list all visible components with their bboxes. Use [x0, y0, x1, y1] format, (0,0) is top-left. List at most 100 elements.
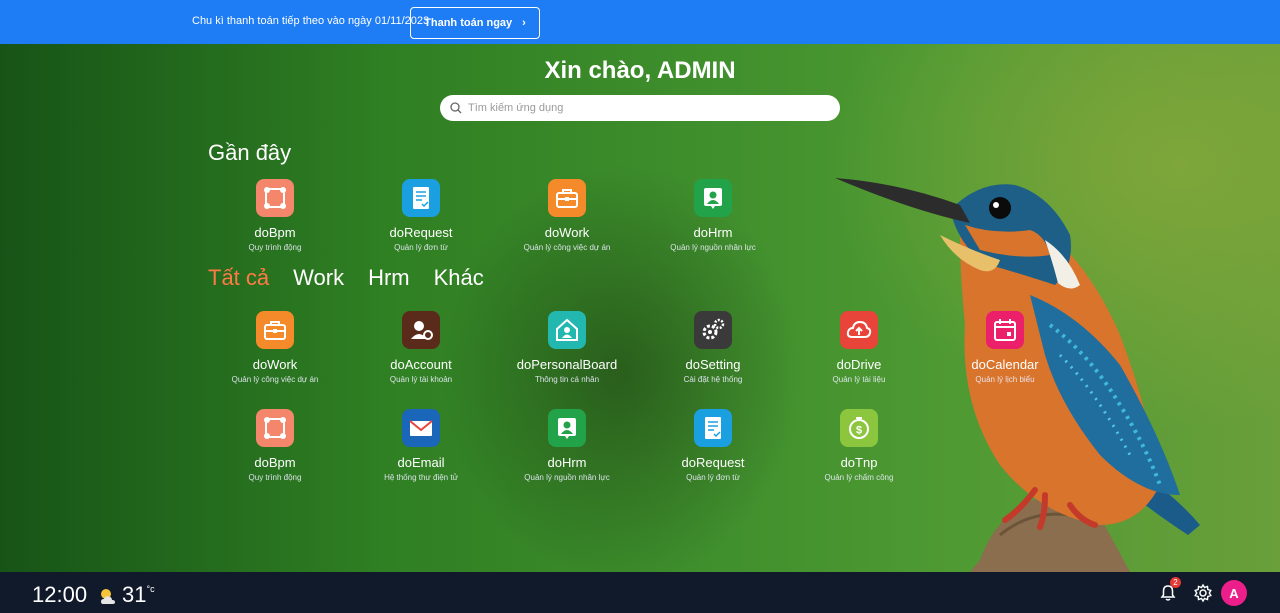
- app-description: Quản lý chấm công: [824, 473, 894, 482]
- temperature-unit: °c: [146, 584, 155, 594]
- avatar[interactable]: A: [1221, 580, 1247, 606]
- chevron-right-icon: ›: [522, 17, 526, 29]
- app-description: Quy trình động: [248, 473, 302, 482]
- app-description: Quản lý công việc dự án: [523, 243, 611, 252]
- app-name: doHrm: [693, 225, 733, 240]
- cloud-upload-icon: [846, 320, 872, 338]
- temperature: 31: [122, 582, 147, 607]
- app-icon-tile: [694, 409, 732, 447]
- hrm-icon: [704, 188, 722, 209]
- app-dotnp[interactable]: $ doTnp Quản lý chấm công: [789, 409, 929, 482]
- partly-cloudy-icon: [101, 589, 115, 604]
- app-dosetting[interactable]: doSetting Cài đặt hệ thống: [643, 311, 783, 384]
- app-name: doCalendar: [971, 357, 1039, 372]
- bpm-icon: [264, 187, 286, 209]
- timer-money-icon: $: [849, 417, 869, 439]
- request-icon: [413, 187, 429, 209]
- hrm-icon: [558, 418, 576, 439]
- app-name: doWork: [252, 357, 298, 372]
- app-name: doSetting: [685, 357, 741, 372]
- billing-notice: Chu kì thanh toán tiếp theo vào ngày 01/…: [192, 15, 430, 27]
- app-dobpm[interactable]: doBpm Quy trình động: [205, 409, 345, 482]
- app-icon-tile: [548, 179, 586, 217]
- recent-title: Gần đây: [208, 140, 292, 165]
- app-icon-tile: [548, 311, 586, 349]
- app-description: Quản lý đơn từ: [686, 473, 740, 482]
- app-icon-tile: [256, 409, 294, 447]
- app-name: doBpm: [254, 455, 296, 470]
- app-icon-tile: [256, 311, 294, 349]
- notification-badge: 2: [1170, 577, 1181, 588]
- app-dopersonalboard[interactable]: doPersonalBoard Thông tin cá nhân: [497, 311, 637, 384]
- app-dorequest[interactable]: doRequest Quản lý đơn từ: [643, 409, 783, 482]
- app-name: doTnp: [840, 455, 878, 470]
- app-description: Thông tin cá nhân: [534, 375, 600, 384]
- app-dodrive[interactable]: doDrive Quản lý tài liệu: [789, 311, 929, 384]
- recent-app-dowork[interactable]: doWork Quản lý công việc dự án: [497, 179, 637, 252]
- app-description: Quản lý công việc dự án: [231, 375, 319, 384]
- app-doemail[interactable]: doEmail Hệ thống thư điện tử: [351, 409, 491, 482]
- tab-hrm[interactable]: Hrm: [368, 265, 410, 291]
- app-icon-tile: [548, 409, 586, 447]
- app-description: Quản lý lịch biểu: [975, 375, 1035, 384]
- app-name: doPersonalBoard: [516, 357, 618, 372]
- email-icon: [409, 420, 433, 436]
- app-icon-tile: $: [840, 409, 878, 447]
- app-icon-tile: [402, 311, 440, 349]
- account-icon: [411, 321, 433, 340]
- weather-widget[interactable]: 31 °c: [98, 582, 155, 608]
- bpm-icon: [264, 417, 286, 439]
- app-docalendar[interactable]: doCalendar Quản lý lịch biểu: [935, 311, 1075, 384]
- svg-text:$: $: [856, 425, 862, 437]
- app-description: Quản lý nguồn nhân lực: [524, 473, 610, 482]
- briefcase-icon: [556, 189, 578, 208]
- app-icon-tile: [840, 311, 878, 349]
- billing-banner: Chu kì thanh toán tiếp theo vào ngày 01/…: [0, 0, 1280, 44]
- gear-icon[interactable]: [1193, 583, 1213, 603]
- pay-now-button[interactable]: Thanh toán ngay ›: [410, 7, 540, 39]
- home-user-icon: [556, 318, 578, 341]
- recent-app-dorequest[interactable]: doRequest Quản lý đơn từ: [351, 179, 491, 252]
- app-description: Cài đặt hệ thống: [683, 375, 743, 384]
- tab-work[interactable]: Work: [293, 265, 344, 291]
- app-description: Hệ thống thư điện tử: [384, 473, 458, 482]
- app-name: doRequest: [681, 455, 745, 470]
- tab-other[interactable]: Khác: [434, 265, 484, 291]
- app-search-box[interactable]: [440, 95, 840, 121]
- app-name: doRequest: [389, 225, 453, 240]
- taskbar: 12:00 31 °c: [0, 572, 1280, 613]
- tab-all[interactable]: Tất cả: [208, 265, 269, 291]
- search-icon: [450, 102, 462, 114]
- pay-now-label: Thanh toán ngay: [424, 17, 513, 29]
- recent-app-dobpm[interactable]: doBpm Quy trình động: [205, 179, 345, 252]
- app-search-input[interactable]: [468, 102, 828, 114]
- app-icon-tile: [402, 179, 440, 217]
- app-name: doHrm: [547, 455, 587, 470]
- recent-app-dohrm[interactable]: doHrm Quản lý nguồn nhân lực: [643, 179, 783, 252]
- app-icon-tile: [986, 311, 1024, 349]
- app-icon-tile: [694, 179, 732, 217]
- app-icon-tile: [694, 311, 732, 349]
- app-description: Quản lý đơn từ: [394, 243, 448, 252]
- app-dohrm[interactable]: doHrm Quản lý nguồn nhân lực: [497, 409, 637, 482]
- clock: 12:00: [32, 582, 88, 607]
- greeting-title: Xin chào, ADMIN: [544, 57, 736, 84]
- app-icon-tile: [402, 409, 440, 447]
- app-name: doDrive: [836, 357, 882, 372]
- settings-icon: [702, 318, 725, 340]
- app-dowork[interactable]: doWork Quản lý công việc dự án: [205, 311, 345, 384]
- app-name: doBpm: [254, 225, 296, 240]
- app-description: Quản lý tài khoản: [389, 375, 453, 384]
- briefcase-icon: [264, 321, 286, 340]
- request-icon: [705, 417, 721, 439]
- app-description: Quản lý tài liệu: [832, 375, 886, 384]
- calendar-icon: [994, 319, 1016, 341]
- app-name: doEmail: [397, 455, 445, 470]
- app-description: Quản lý nguồn nhân lực: [670, 243, 756, 252]
- app-description: Quy trình động: [248, 243, 302, 252]
- app-name: doAccount: [390, 357, 452, 372]
- app-name: doWork: [544, 225, 590, 240]
- app-doaccount[interactable]: doAccount Quản lý tài khoản: [351, 311, 491, 384]
- category-tabs: Tất cả Work Hrm Khác: [208, 265, 484, 291]
- app-icon-tile: [256, 179, 294, 217]
